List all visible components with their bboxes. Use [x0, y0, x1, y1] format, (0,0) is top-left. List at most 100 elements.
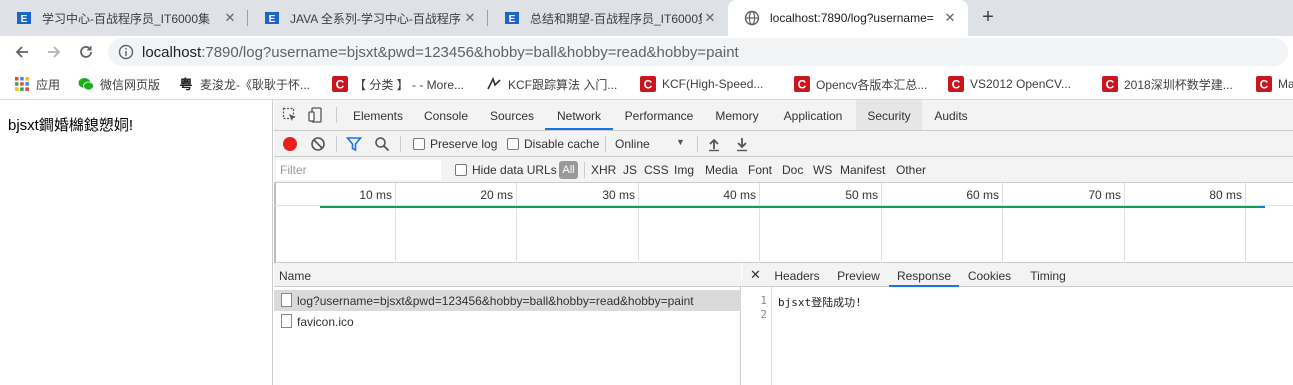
filter-media[interactable]: Media	[705, 163, 738, 177]
bookmark-music[interactable]: 粤 麦浚龙-《耿耿于怀...	[178, 76, 310, 92]
request-list-header[interactable]: Name	[274, 263, 741, 287]
csdn-icon: C	[1256, 76, 1272, 92]
close-tab-icon[interactable]: ✕	[942, 10, 958, 26]
svg-text:E: E	[21, 14, 28, 25]
bookmark-csdn[interactable]: C Opencv各版本汇总...	[794, 76, 927, 92]
grid-line	[516, 183, 517, 263]
hide-data-urls-label: Hide data URLs	[472, 163, 557, 177]
search-icon[interactable]	[374, 136, 390, 152]
bookmark-label: KCF(High-Speed...	[662, 77, 764, 91]
tab-response[interactable]: Response	[889, 263, 959, 287]
toolbar-divider	[336, 136, 337, 152]
bookmark-wechat[interactable]: 微信网页版	[78, 76, 160, 92]
request-list: Name log?username=bjsxt&pwd=123456&hobby…	[274, 263, 741, 385]
tick-label: 40 ms	[723, 188, 756, 202]
svg-text:E: E	[269, 14, 276, 25]
browser-tab[interactable]: E 总结和期望-百战程序员_IT6000集 ✕	[488, 0, 728, 36]
grid-line	[1124, 183, 1125, 263]
tab-application[interactable]: Application	[773, 100, 853, 130]
bookmark-kcf[interactable]: KCF跟踪算法 入门...	[486, 76, 617, 92]
filter-input[interactable]	[276, 160, 441, 180]
address-bar[interactable]: localhost:7890/log?username=bjsxt&pwd=12…	[108, 38, 1288, 66]
inspect-element-icon[interactable]	[282, 107, 298, 123]
tab-network[interactable]: Network	[545, 100, 613, 130]
close-tab-icon[interactable]: ✕	[462, 10, 478, 26]
bookmark-csdn[interactable]: C Ma	[1256, 76, 1293, 92]
tab-console[interactable]: Console	[415, 100, 477, 130]
tab-memory[interactable]: Memory	[705, 100, 769, 130]
bookmark-label: VS2012 OpenCV...	[970, 77, 1071, 91]
tab-security[interactable]: Security	[856, 100, 922, 130]
close-tab-icon[interactable]: ✕	[702, 10, 718, 26]
forward-button[interactable]	[42, 40, 66, 64]
filter-ws[interactable]: WS	[813, 163, 832, 177]
import-har-icon[interactable]	[706, 136, 722, 152]
bookmark-csdn[interactable]: C 【 分类 】 - - More...	[332, 76, 464, 92]
browser-tab[interactable]: E JAVA 全系列-学习中心-百战程序 ✕	[248, 0, 488, 36]
tab-performance[interactable]: Performance	[617, 100, 701, 130]
reload-icon	[80, 46, 92, 58]
network-overview-timeline[interactable]: 10 ms 20 ms 30 ms 40 ms 50 ms 60 ms 70 m…	[274, 183, 1293, 263]
response-body[interactable]: bjsxt登陆成功!	[778, 294, 862, 310]
preserve-log-checkbox[interactable]	[413, 138, 425, 150]
bookmark-apps[interactable]: 应用	[14, 76, 60, 92]
grid-line	[1245, 183, 1246, 263]
close-icon[interactable]: ✕	[750, 267, 761, 283]
bookmark-csdn[interactable]: C KCF(High-Speed...	[640, 76, 763, 92]
tick-label: 70 ms	[1088, 188, 1121, 202]
request-row[interactable]: log?username=bjsxt&pwd=123456&hobby=ball…	[274, 290, 741, 311]
export-har-icon[interactable]	[734, 136, 750, 152]
url-path: :7890/log?username=bjsxt&pwd=123456&hobb…	[201, 44, 739, 61]
new-tab-button[interactable]: +	[976, 5, 1000, 29]
filter-doc[interactable]: Doc	[782, 163, 803, 177]
bookmark-label: 麦浚龙-《耿耿于怀...	[200, 77, 310, 92]
filter-font[interactable]: Font	[748, 163, 772, 177]
reload-button[interactable]	[74, 40, 98, 64]
filter-css[interactable]: CSS	[644, 163, 669, 177]
bookmark-csdn[interactable]: C VS2012 OpenCV...	[948, 76, 1071, 92]
close-tab-icon[interactable]: ✕	[222, 10, 238, 26]
tab-headers[interactable]: Headers	[769, 263, 825, 287]
device-toolbar-icon[interactable]	[308, 107, 324, 123]
browser-tab-active[interactable]: localhost:7890/log?username= ✕	[728, 0, 968, 36]
svg-text:C: C	[1106, 78, 1115, 92]
info-icon[interactable]	[118, 44, 134, 60]
sxt-logo-icon: E	[17, 12, 31, 25]
preserve-log-label: Preserve log	[430, 137, 498, 151]
filter-manifest[interactable]: Manifest	[840, 163, 885, 177]
tab-title: 总结和期望-百战程序员_IT6000集	[530, 11, 702, 26]
filter-img[interactable]: Img	[674, 163, 694, 177]
tick-label: 10 ms	[359, 188, 392, 202]
bookmark-label: Ma	[1278, 77, 1293, 91]
back-button[interactable]	[10, 40, 34, 64]
throttling-select[interactable]: Online	[615, 137, 650, 151]
svg-text:C: C	[644, 78, 653, 92]
svg-text:C: C	[798, 78, 807, 92]
tab-timing[interactable]: Timing	[1022, 263, 1074, 287]
browser-tab[interactable]: E 学习中心-百战程序员_IT6000集 ✕	[0, 0, 248, 36]
disable-cache-checkbox[interactable]	[507, 138, 519, 150]
request-row[interactable]: favicon.ico	[274, 311, 741, 332]
svg-text:C: C	[336, 78, 345, 92]
bookmark-label: 2018深圳杯数学建...	[1124, 77, 1233, 92]
tab-sources[interactable]: Sources	[481, 100, 543, 130]
svg-text:粤: 粤	[179, 77, 192, 92]
bookmark-csdn[interactable]: C 2018深圳杯数学建...	[1102, 76, 1233, 92]
filter-all-button[interactable]: All	[559, 161, 578, 179]
clear-icon[interactable]	[310, 136, 326, 152]
filter-xhr[interactable]: XHR	[591, 163, 616, 177]
filter-other[interactable]: Other	[896, 163, 926, 177]
tab-audits[interactable]: Audits	[924, 100, 978, 130]
hide-data-urls-checkbox[interactable]	[455, 164, 467, 176]
record-button[interactable]	[283, 137, 297, 151]
tab-cookies[interactable]: Cookies	[961, 263, 1018, 287]
sxt-logo-icon: E	[505, 12, 519, 25]
dropdown-arrow-icon[interactable]: ▼	[676, 137, 685, 147]
tab-preview[interactable]: Preview	[830, 263, 887, 287]
url-text: localhost:7890/log?username=bjsxt&pwd=12…	[142, 44, 739, 61]
tab-elements[interactable]: Elements	[345, 100, 411, 130]
filter-js[interactable]: JS	[623, 163, 637, 177]
tab-title: localhost:7890/log?username=	[770, 11, 934, 25]
filter-funnel-icon[interactable]	[346, 136, 362, 152]
grid-line	[638, 183, 639, 263]
